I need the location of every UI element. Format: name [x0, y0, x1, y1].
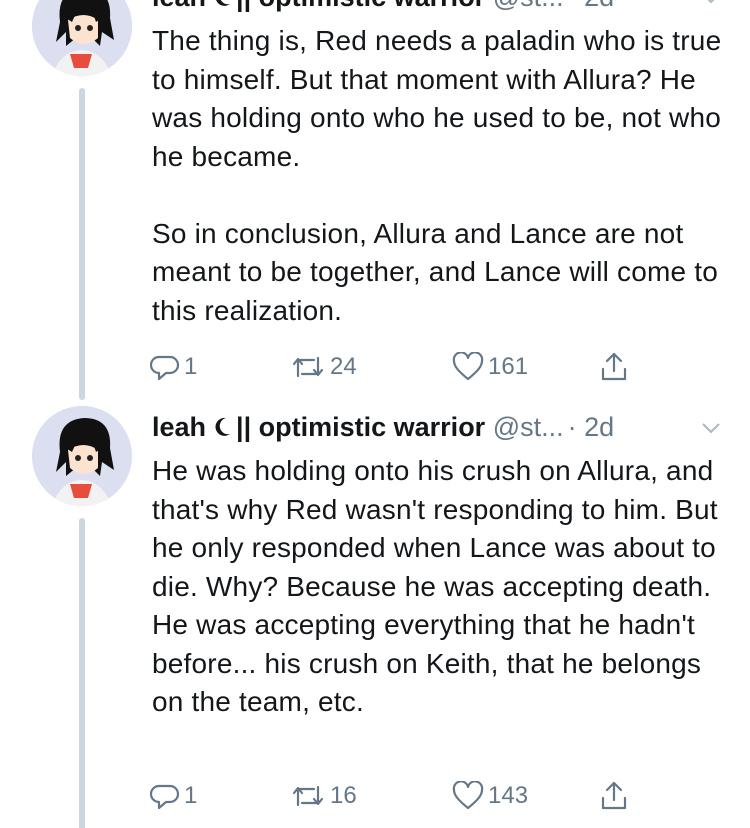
- reply-count: 1: [184, 353, 198, 380]
- tweet-actions: 1 16 143: [150, 778, 670, 814]
- tweet-text: The thing is, Red needs a paladin who is…: [152, 22, 732, 330]
- tweet-text: He was holding onto his crush on Allura,…: [152, 452, 732, 722]
- share-button[interactable]: [598, 349, 630, 385]
- reply-icon: [150, 355, 180, 381]
- handle[interactable]: @st...: [493, 412, 564, 442]
- tweet-header: leah || optimistic warrior @st... · 2d: [152, 0, 732, 13]
- retweet-icon: [292, 356, 324, 378]
- display-name-suffix[interactable]: || optimistic warrior: [236, 412, 485, 442]
- heart-icon: [452, 352, 484, 381]
- tweet[interactable]: leah || optimistic warrior @st... · 2d The…: [0, 0, 750, 400]
- avatar[interactable]: [32, 0, 132, 76]
- moon-icon: [215, 417, 231, 436]
- reply-button[interactable]: 1: [150, 778, 197, 814]
- like-count: 161: [488, 353, 529, 380]
- chevron-down-icon[interactable]: [700, 419, 722, 437]
- share-icon: [601, 352, 627, 381]
- reply-button[interactable]: 1: [150, 349, 197, 385]
- tweet-paragraph: The thing is, Red needs a paladin who is…: [152, 25, 722, 172]
- retweet-button[interactable]: 16: [290, 778, 357, 814]
- share-button[interactable]: [598, 778, 630, 814]
- display-name-suffix[interactable]: || optimistic warrior: [236, 0, 485, 12]
- handle[interactable]: @st...: [493, 0, 564, 12]
- tweet-actions: 1 24 161: [150, 349, 670, 385]
- retweet-icon: [292, 785, 324, 807]
- like-count: 143: [488, 782, 529, 809]
- display-name[interactable]: leah: [152, 412, 206, 442]
- thread-line: [79, 518, 85, 828]
- tweet-paragraph: He was holding onto his crush on Allura,…: [152, 455, 718, 717]
- avatar-image: [32, 0, 132, 76]
- like-button[interactable]: 143: [452, 778, 528, 814]
- reply-count: 1: [184, 782, 198, 809]
- avatar[interactable]: [32, 406, 132, 506]
- timestamp[interactable]: · 2d: [568, 0, 615, 12]
- retweet-button[interactable]: 24: [290, 349, 357, 385]
- share-icon: [601, 781, 627, 810]
- retweet-count: 24: [330, 353, 357, 380]
- avatar-image: [32, 406, 132, 506]
- tweet-header: leah || optimistic warrior @st...· 2d: [152, 411, 732, 443]
- retweet-count: 16: [330, 782, 357, 809]
- tweet-paragraph: So in conclusion, Allura and Lance are n…: [152, 217, 719, 326]
- reply-icon: [150, 784, 180, 810]
- heart-icon: [452, 781, 484, 810]
- chevron-down-icon[interactable]: [700, 0, 722, 7]
- display-name[interactable]: leah: [152, 0, 206, 12]
- tweet[interactable]: leah || optimistic warrior @st... · 2d He …: [0, 396, 750, 828]
- like-button[interactable]: 161: [452, 349, 528, 385]
- thread-line: [79, 88, 85, 400]
- moon-icon: [216, 0, 231, 6]
- timestamp[interactable]: · 2d: [568, 412, 615, 442]
